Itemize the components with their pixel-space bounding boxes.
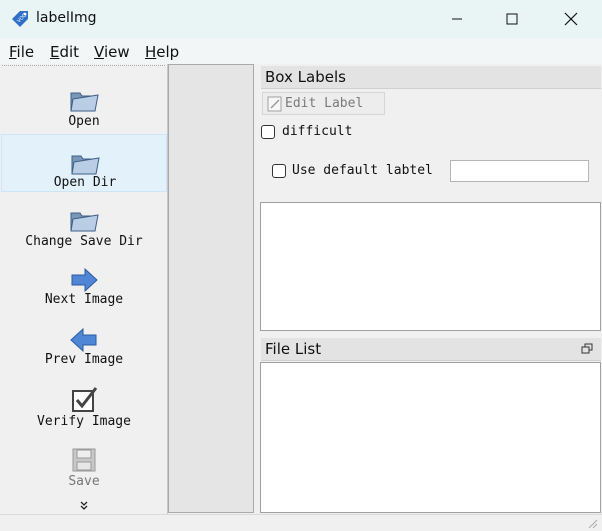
open-dir-button[interactable]: Open Dir xyxy=(1,134,167,192)
edit-label-button[interactable]: Edit Label xyxy=(262,92,385,115)
check-box-icon xyxy=(72,387,98,412)
window-title: labelImg xyxy=(36,10,97,26)
maximize-icon xyxy=(506,13,518,25)
toolbar: Open Open Dir Change Save Dir Next Image… xyxy=(0,64,168,514)
minimize-button[interactable] xyxy=(434,4,480,34)
next-image-button[interactable]: Next Image xyxy=(1,252,167,310)
toolbar-grip[interactable] xyxy=(2,65,165,69)
image-canvas[interactable] xyxy=(168,64,254,513)
edit-label-text: Edit Label xyxy=(285,96,364,111)
label-list[interactable] xyxy=(260,202,601,331)
save-label: Save xyxy=(68,474,100,489)
menu-view[interactable]: View xyxy=(94,43,130,61)
double-chevron-down-icon[interactable] xyxy=(78,500,90,512)
menu-file[interactable]: File xyxy=(9,43,34,61)
file-list-title: File List xyxy=(265,340,322,358)
next-image-label: Next Image xyxy=(44,292,124,307)
prev-image-label: Prev Image xyxy=(44,352,124,367)
edit-icon xyxy=(267,96,282,112)
change-save-dir-button[interactable]: Change Save Dir xyxy=(1,192,167,250)
floppy-icon xyxy=(72,448,96,472)
menu-help[interactable]: Help xyxy=(145,43,179,61)
open-button[interactable]: Open xyxy=(1,72,167,130)
difficult-label: difficult xyxy=(282,124,353,139)
float-dock-icon[interactable] xyxy=(581,343,593,355)
resize-grip-icon[interactable] xyxy=(586,517,598,529)
file-list[interactable] xyxy=(260,362,601,513)
folder-icon xyxy=(70,92,99,112)
folder-icon xyxy=(70,212,99,232)
menu-bar xyxy=(0,38,602,64)
box-labels-title: Box Labels xyxy=(265,68,346,86)
save-button[interactable]: Save xyxy=(1,432,167,490)
close-icon xyxy=(564,12,578,26)
minimize-icon xyxy=(452,18,462,20)
maximize-button[interactable] xyxy=(489,4,535,34)
use-default-label-checkbox[interactable] xyxy=(272,164,286,178)
close-button[interactable] xyxy=(548,4,594,34)
default-label-input[interactable] xyxy=(450,160,589,182)
open-label: Open xyxy=(68,114,100,129)
voc-tag-icon: VOC xyxy=(12,11,28,27)
prev-image-button[interactable]: Prev Image xyxy=(1,312,167,370)
open-dir-label: Open Dir xyxy=(53,175,117,190)
menu-edit[interactable]: Edit xyxy=(50,43,79,61)
verify-image-label: Verify Image xyxy=(37,414,131,429)
use-default-label-label: Use default labtel xyxy=(292,163,433,178)
change-save-dir-label: Change Save Dir xyxy=(25,234,143,249)
file-list-dock-title: File List xyxy=(261,338,601,361)
status-bar xyxy=(0,514,602,531)
difficult-checkbox[interactable] xyxy=(261,125,275,139)
box-labels-dock-title: Box Labels xyxy=(261,66,601,89)
verify-image-button[interactable]: Verify Image xyxy=(1,372,167,430)
